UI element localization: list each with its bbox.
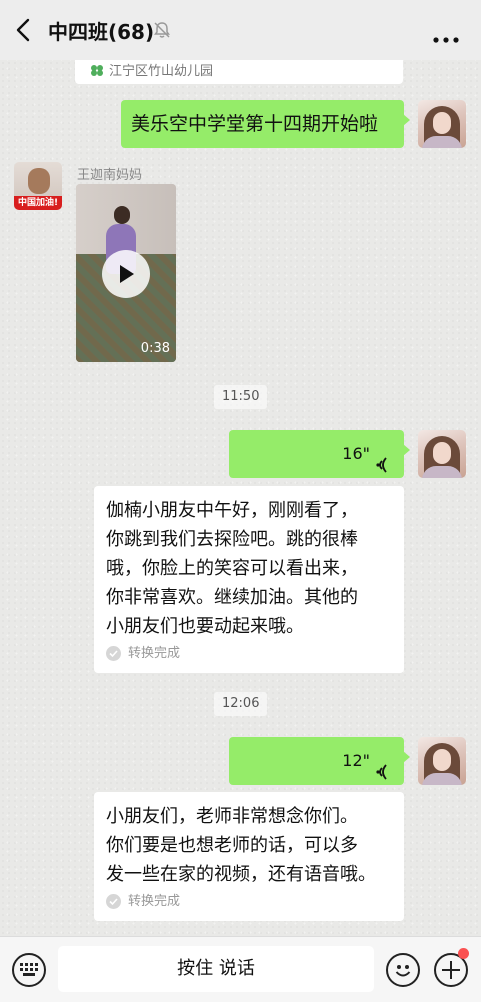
message-list[interactable]: 江宁区竹山幼儿园 美乐空中学堂第十四期开始啦 中国加油! 王迦南妈妈 0:38 … bbox=[0, 60, 481, 936]
avatar[interactable] bbox=[418, 100, 466, 148]
transcript-status-text: 转换完成 bbox=[128, 646, 181, 661]
transcript-line: 你们要是也想老师的话，可以多 bbox=[106, 835, 358, 856]
avatar[interactable] bbox=[418, 430, 466, 478]
chevron-left-icon[interactable] bbox=[14, 18, 34, 42]
transcript-status-text: 转换完成 bbox=[128, 894, 181, 909]
avatar[interactable]: 中国加油! bbox=[14, 162, 62, 210]
transcript-line: 你非常喜欢。继续加油。其他的 bbox=[106, 587, 358, 608]
play-icon[interactable] bbox=[102, 250, 150, 298]
transcript-line: 你跳到我们去探险吧。跳的很棒 bbox=[106, 529, 358, 550]
transcript-line: 发一些在家的视频，还有语音哦。 bbox=[106, 864, 376, 885]
check-icon bbox=[106, 894, 121, 909]
voice-duration: 12" bbox=[342, 751, 370, 770]
more-dots-icon[interactable] bbox=[433, 28, 459, 43]
check-icon bbox=[106, 646, 121, 661]
transcript-status: 转换完成 bbox=[106, 893, 392, 911]
chat-header: 中四班(68) bbox=[0, 0, 481, 60]
voice-wave-icon bbox=[374, 752, 390, 780]
transcript-status: 转换完成 bbox=[106, 645, 392, 663]
voice-wave-icon bbox=[374, 445, 390, 473]
sent-text-bubble[interactable]: 美乐空中学堂第十四期开始啦 bbox=[121, 100, 410, 148]
voice-duration: 16" bbox=[342, 444, 370, 463]
voice-transcript[interactable]: 伽楠小朋友中午好，刚刚看了， 你跳到我们去探险吧。跳的很棒 哦，你脸上的笑容可以… bbox=[94, 486, 404, 673]
smile-icon[interactable] bbox=[386, 953, 420, 987]
sender-name: 王迦南妈妈 bbox=[77, 168, 143, 183]
clover-icon bbox=[89, 62, 105, 76]
message-timestamp: 11:50 bbox=[214, 385, 268, 409]
video-message[interactable]: 0:38 bbox=[76, 184, 176, 362]
bell-off-icon bbox=[152, 20, 172, 40]
voice-message[interactable]: 12" bbox=[229, 737, 410, 785]
voice-transcript[interactable]: 小朋友们，老师非常想念你们。 你们要是也想老师的话，可以多 发一些在家的视频，还… bbox=[94, 792, 404, 921]
transcript-line: 伽楠小朋友中午好，刚刚看了， bbox=[106, 500, 358, 521]
notification-dot bbox=[458, 948, 469, 959]
voice-message[interactable]: 16" bbox=[229, 430, 410, 478]
avatar-badge: 中国加油! bbox=[14, 196, 62, 210]
transcript-line: 小朋友们，老师非常想念你们。 bbox=[106, 806, 358, 827]
hold-to-talk-button[interactable]: 按住 说话 bbox=[58, 946, 374, 992]
transcript-line: 哦，你脸上的笑容可以看出来， bbox=[106, 558, 358, 579]
message-timestamp: 12:06 bbox=[214, 692, 268, 716]
chat-title: 中四班(68) bbox=[48, 20, 155, 44]
location-card[interactable]: 江宁区竹山幼儿园 bbox=[75, 60, 403, 84]
input-bar: 按住 说话 bbox=[0, 936, 481, 1002]
avatar[interactable] bbox=[418, 737, 466, 785]
location-text: 江宁区竹山幼儿园 bbox=[109, 64, 214, 79]
video-duration: 0:38 bbox=[140, 341, 170, 356]
transcript-line: 小朋友们也要动起来哦。 bbox=[106, 616, 304, 637]
keyboard-icon[interactable] bbox=[12, 953, 46, 987]
